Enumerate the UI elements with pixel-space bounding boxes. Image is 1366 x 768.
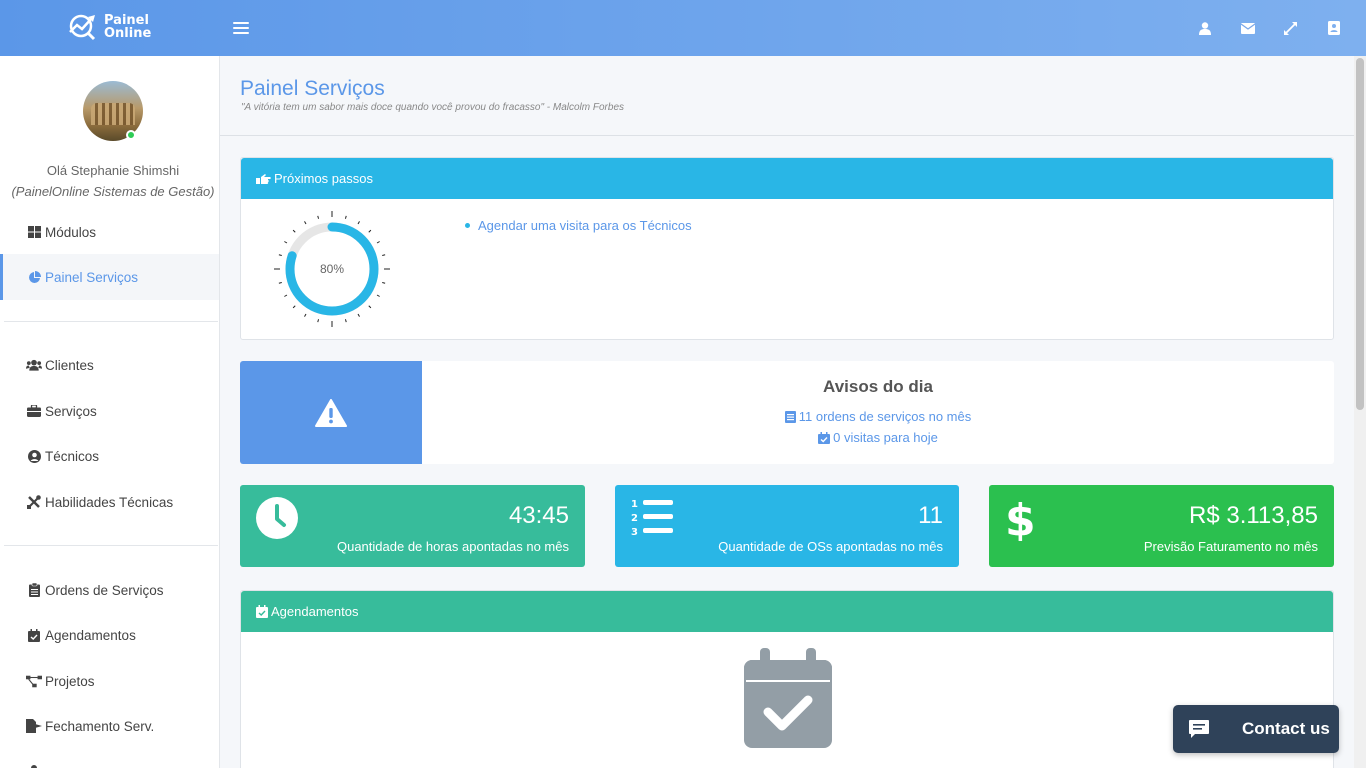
pie-chart-icon bbox=[26, 270, 42, 284]
sidebar-item-projetos[interactable]: Projetos bbox=[26, 671, 95, 691]
next-steps-header: Próximos passos bbox=[241, 158, 1333, 199]
dollar-icon: $ bbox=[1005, 495, 1036, 546]
sidebar-item-servicos[interactable]: Serviços bbox=[26, 401, 97, 421]
next-steps-title: Próximos passos bbox=[274, 171, 373, 186]
stat-label: Quantidade de horas apontadas no mês bbox=[336, 539, 569, 554]
step-link-agendar-visita[interactable]: Agendar uma visita para os Técnicos bbox=[465, 218, 692, 233]
greeting-text: Olá Stephanie Shimshi bbox=[46, 163, 180, 178]
sidebar-item-clientes[interactable]: Clientes bbox=[26, 355, 94, 375]
notice-visits-text: 0 visitas para hoje bbox=[833, 430, 938, 445]
notice-visits-link[interactable]: 0 visitas para hoje bbox=[422, 430, 1334, 445]
notices-title: Avisos do dia bbox=[823, 377, 933, 396]
contact-us-label: Contact us bbox=[1242, 719, 1330, 738]
stat-label: Previsão Faturamento no mês bbox=[1143, 539, 1318, 554]
sidebar-item-label: Agendamentos bbox=[45, 627, 136, 643]
calendar-check-icon bbox=[744, 648, 832, 748]
expand-icon[interactable] bbox=[1280, 18, 1301, 38]
user-circle-icon bbox=[26, 449, 42, 463]
contact-us-button[interactable]: Contact us bbox=[1173, 705, 1339, 753]
sidebar-item-label: Serviços bbox=[45, 403, 97, 419]
sidebar-item-label: Habilidades Técnicas bbox=[45, 494, 174, 510]
app-logo[interactable]: Painel Online bbox=[66, 12, 151, 42]
schedule-panel: Agendamentos bbox=[240, 590, 1334, 768]
menu-toggle-icon[interactable] bbox=[233, 19, 249, 37]
notice-orders-link[interactable]: 11 ordens de serviços no mês bbox=[422, 409, 1334, 424]
calendar-check-icon bbox=[26, 628, 42, 642]
daily-notices-panel: Avisos do dia 11 ordens de serviços no m… bbox=[240, 361, 1334, 464]
clock-icon bbox=[256, 497, 298, 542]
calendar-check-icon bbox=[256, 605, 268, 618]
sidebar-item-label: Clientes bbox=[45, 357, 94, 373]
notice-orders-text: 11 ordens de serviços no mês bbox=[798, 409, 972, 424]
warning-icon bbox=[315, 398, 347, 427]
list-ol-icon: 1 2 3 bbox=[631, 497, 675, 540]
step-label: Agendar uma visita para os Técnicos bbox=[478, 218, 692, 233]
sidebar-item-agendamentos[interactable]: Agendamentos bbox=[26, 625, 136, 645]
briefcase-icon bbox=[26, 405, 42, 417]
page-title: Painel Serviços bbox=[240, 77, 385, 100]
online-status-indicator bbox=[126, 130, 136, 140]
logo-text-line2: Online bbox=[104, 26, 152, 41]
sidebar-item-fechamento[interactable]: Fechamento Serv. bbox=[26, 716, 154, 736]
warning-box bbox=[240, 361, 422, 464]
svg-text:2: 2 bbox=[631, 513, 638, 524]
sidebar: Olá Stephanie Shimshi (PainelOnline Sist… bbox=[0, 56, 220, 768]
tools-icon bbox=[26, 495, 42, 509]
chat-icon bbox=[1189, 720, 1209, 738]
schedule-header: Agendamentos bbox=[241, 591, 1333, 632]
progress-label: 80% bbox=[319, 262, 345, 276]
sidebar-divider bbox=[4, 545, 218, 546]
stat-value: 43:45 bbox=[508, 502, 569, 529]
sidebar-item-tecnicos[interactable]: Técnicos bbox=[26, 446, 99, 466]
sidebar-item-label: Módulos bbox=[45, 224, 97, 240]
stat-value: R$ 3.113,85 bbox=[1189, 502, 1318, 529]
svg-text:$: $ bbox=[1005, 497, 1033, 541]
next-steps-panel: Próximos passos 80% Agendar uma visita p… bbox=[240, 157, 1334, 340]
svg-text:1: 1 bbox=[631, 499, 638, 510]
address-book-icon[interactable] bbox=[1323, 18, 1344, 38]
user-greeting: Olá Stephanie Shimshi (PainelOnline Sist… bbox=[0, 160, 226, 202]
schedule-title: Agendamentos bbox=[271, 604, 359, 619]
user-icon bbox=[26, 764, 42, 768]
file-export-icon bbox=[26, 719, 42, 733]
stat-card-revenue: $ R$ 3.113,85 Previsão Faturamento no mê… bbox=[989, 485, 1334, 567]
logo-icon bbox=[69, 14, 96, 41]
page-scrollbar[interactable] bbox=[1354, 56, 1366, 768]
hand-pointing-icon bbox=[256, 173, 271, 185]
bullet-icon bbox=[465, 223, 470, 228]
stat-card-orders: 1 2 3 11 Quantidade de OSs apontadas no … bbox=[615, 485, 959, 567]
sidebar-item-label: Painel Serviços bbox=[45, 269, 139, 285]
company-name: (PainelOnline Sistemas de Gestão) bbox=[11, 184, 215, 199]
th-large-icon bbox=[26, 226, 42, 238]
list-alt-icon bbox=[784, 410, 796, 423]
sidebar-item-ordens-servicos[interactable]: Ordens de Serviços bbox=[26, 580, 164, 600]
stat-label: Quantidade de OSs apontadas no mês bbox=[718, 539, 943, 554]
page-quote: "A vitória tem um sabor mais doce quando… bbox=[241, 102, 625, 113]
scrollbar-thumb[interactable] bbox=[1356, 58, 1364, 410]
stat-card-hours: 43:45 Quantidade de horas apontadas no m… bbox=[240, 485, 585, 567]
sidebar-item-habilidades[interactable]: Habilidades Técnicas bbox=[26, 492, 173, 512]
sidebar-divider bbox=[4, 321, 218, 322]
envelope-icon[interactable] bbox=[1237, 18, 1258, 38]
project-diagram-icon bbox=[26, 675, 42, 688]
sidebar-item-label: Fechamento Serv. bbox=[45, 718, 155, 734]
sidebar-item-more[interactable] bbox=[26, 760, 45, 768]
top-navbar: Painel Online bbox=[0, 0, 1366, 56]
sidebar-item-label: Técnicos bbox=[45, 448, 100, 464]
calendar-check-icon bbox=[818, 431, 831, 444]
svg-text:3: 3 bbox=[631, 527, 638, 537]
user-icon[interactable] bbox=[1194, 18, 1215, 38]
users-icon bbox=[26, 359, 42, 371]
sidebar-item-label: Projetos bbox=[45, 673, 95, 689]
sidebar-item-painel-servicos[interactable]: Painel Serviços bbox=[26, 267, 138, 287]
content-header: Painel Serviços "A vitória tem um sabor … bbox=[220, 56, 1354, 136]
stat-value: 11 bbox=[918, 502, 943, 529]
sidebar-item-modulos[interactable]: Módulos bbox=[26, 222, 96, 242]
sidebar-item-label: Ordens de Serviços bbox=[45, 582, 164, 598]
clipboard-icon bbox=[26, 583, 42, 597]
